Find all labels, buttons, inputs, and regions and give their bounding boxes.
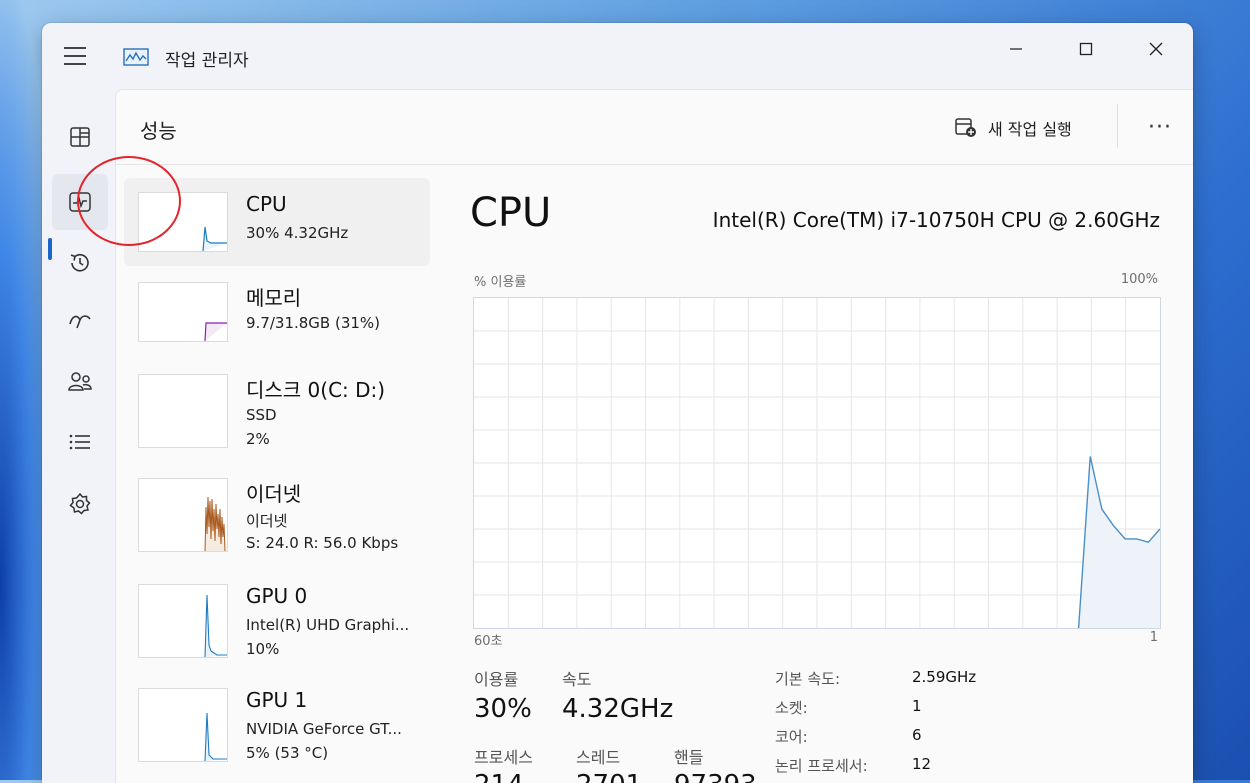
nav-users[interactable]	[52, 354, 108, 410]
list-item-ethernet[interactable]: 이더넷 이더넷 S: 24.0 R: 56.0 Kbps	[124, 464, 430, 552]
detail-title: CPU	[470, 190, 551, 236]
page-header: 성능 새 작업 실행 ···	[116, 90, 1193, 165]
spec-value: 12	[912, 755, 931, 773]
nav-startup-apps[interactable]	[52, 293, 108, 349]
list-item-value: 5% (53 °C)	[246, 744, 328, 762]
utilization-label: 이용률	[474, 666, 518, 690]
ethernet-thumbnail-graph	[138, 478, 228, 552]
list-item-value: 10%	[246, 640, 279, 658]
list-item-disk[interactable]: 디스크 0(C: D:) SSD 2%	[124, 360, 430, 448]
spec-key: 기본 속도:	[775, 668, 840, 689]
task-manager-window: 작업 관리자	[42, 23, 1193, 783]
gpu0-thumbnail-graph	[138, 584, 228, 658]
x-axis-start-label: 60초	[474, 630, 503, 649]
processes-label: 프로세스	[474, 744, 533, 768]
spec-key: 소켓:	[775, 697, 808, 718]
nav-app-history[interactable]	[52, 235, 108, 291]
performance-icon	[68, 191, 92, 213]
navigation-rail	[42, 89, 114, 783]
y-axis-label: % 이용률	[474, 271, 526, 290]
list-item-title: CPU	[246, 192, 287, 216]
spec-value: 1	[912, 697, 922, 715]
handles-label: 핸들	[674, 744, 703, 768]
services-icon	[68, 492, 92, 516]
cpu-detail-panel: CPU Intel(R) Core(TM) i7-10750H CPU @ 2.…	[470, 178, 1170, 783]
memory-thumbnail-graph	[138, 282, 228, 342]
users-icon	[67, 370, 93, 394]
nav-services[interactable]	[52, 476, 108, 532]
app-history-icon	[68, 251, 92, 275]
list-item-subtitle: NVIDIA GeForce GT...	[246, 720, 402, 738]
cpu-usage-graph	[473, 297, 1161, 629]
threads-value: 2701	[576, 770, 642, 783]
minimize-icon	[1008, 41, 1024, 57]
list-item-gpu1[interactable]: GPU 1 NVIDIA GeForce GT... 5% (53 °C)	[124, 674, 430, 762]
details-icon	[68, 432, 92, 452]
cpu-usage-chart	[474, 298, 1160, 628]
more-options-button[interactable]: ···	[1140, 110, 1180, 144]
list-item-title: GPU 0	[246, 584, 307, 608]
close-icon	[1148, 41, 1164, 57]
cpu-thumbnail-graph	[138, 192, 228, 252]
list-item-subtitle: 이더넷	[246, 510, 287, 531]
list-item-gpu0[interactable]: GPU 0 Intel(R) UHD Graphi... 10%	[124, 570, 430, 658]
spec-value: 2.59GHz	[912, 668, 976, 686]
page-title: 성능	[140, 115, 177, 144]
handles-value: 97393	[674, 770, 757, 783]
startup-apps-icon	[67, 310, 93, 332]
gpu1-thumbnail-graph	[138, 688, 228, 762]
processes-value: 214	[474, 770, 524, 783]
processes-icon	[69, 126, 91, 148]
disk-thumbnail-graph	[138, 374, 228, 448]
list-item-title: 메모리	[246, 282, 301, 311]
spec-key: 논리 프로세서:	[775, 755, 868, 776]
speed-label: 속도	[562, 666, 591, 690]
list-item-value: 2%	[246, 430, 270, 448]
task-manager-app-icon	[123, 48, 149, 66]
hamburger-menu-icon[interactable]	[64, 47, 90, 67]
maximize-icon	[1078, 41, 1094, 57]
spec-value: 6	[912, 726, 922, 744]
nav-details[interactable]	[52, 414, 108, 470]
list-item-subtitle: 30% 4.32GHz	[246, 224, 348, 242]
list-item-value: S: 24.0 R: 56.0 Kbps	[246, 534, 398, 552]
main-content: 성능 새 작업 실행 ··· CPU 30% 4	[115, 89, 1193, 783]
list-item-subtitle: SSD	[246, 406, 277, 424]
title-bar: 작업 관리자	[42, 23, 1193, 89]
window-title: 작업 관리자	[165, 46, 249, 71]
new-task-button[interactable]: 새 작업 실행	[954, 112, 1072, 144]
y-axis-max: 100%	[1121, 272, 1158, 287]
utilization-value: 30%	[474, 694, 532, 724]
maximize-button[interactable]	[1063, 33, 1109, 65]
minimize-button[interactable]	[993, 33, 1039, 65]
list-item-memory[interactable]: 메모리 9.7/31.8GB (31%)	[124, 268, 430, 356]
list-item-title: 디스크 0(C: D:)	[246, 374, 385, 403]
list-item-subtitle: 9.7/31.8GB (31%)	[246, 314, 380, 332]
speed-value: 4.32GHz	[562, 694, 673, 724]
cpu-model-name: Intel(R) Core(TM) i7-10750H CPU @ 2.60GH…	[713, 208, 1160, 232]
x-axis-end-label: 1	[1150, 630, 1158, 645]
list-item-title: 이더넷	[246, 478, 301, 507]
list-item-cpu[interactable]: CPU 30% 4.32GHz	[124, 178, 430, 266]
nav-processes[interactable]	[52, 109, 108, 165]
list-item-subtitle: Intel(R) UHD Graphi...	[246, 616, 409, 634]
new-task-label: 새 작업 실행	[988, 116, 1072, 140]
close-button[interactable]	[1133, 33, 1179, 65]
spec-key: 코어:	[775, 726, 808, 747]
list-item-title: GPU 1	[246, 688, 307, 712]
nav-performance[interactable]	[52, 174, 108, 230]
threads-label: 스레드	[576, 744, 620, 768]
header-divider	[1117, 104, 1118, 148]
new-task-icon	[954, 117, 978, 139]
